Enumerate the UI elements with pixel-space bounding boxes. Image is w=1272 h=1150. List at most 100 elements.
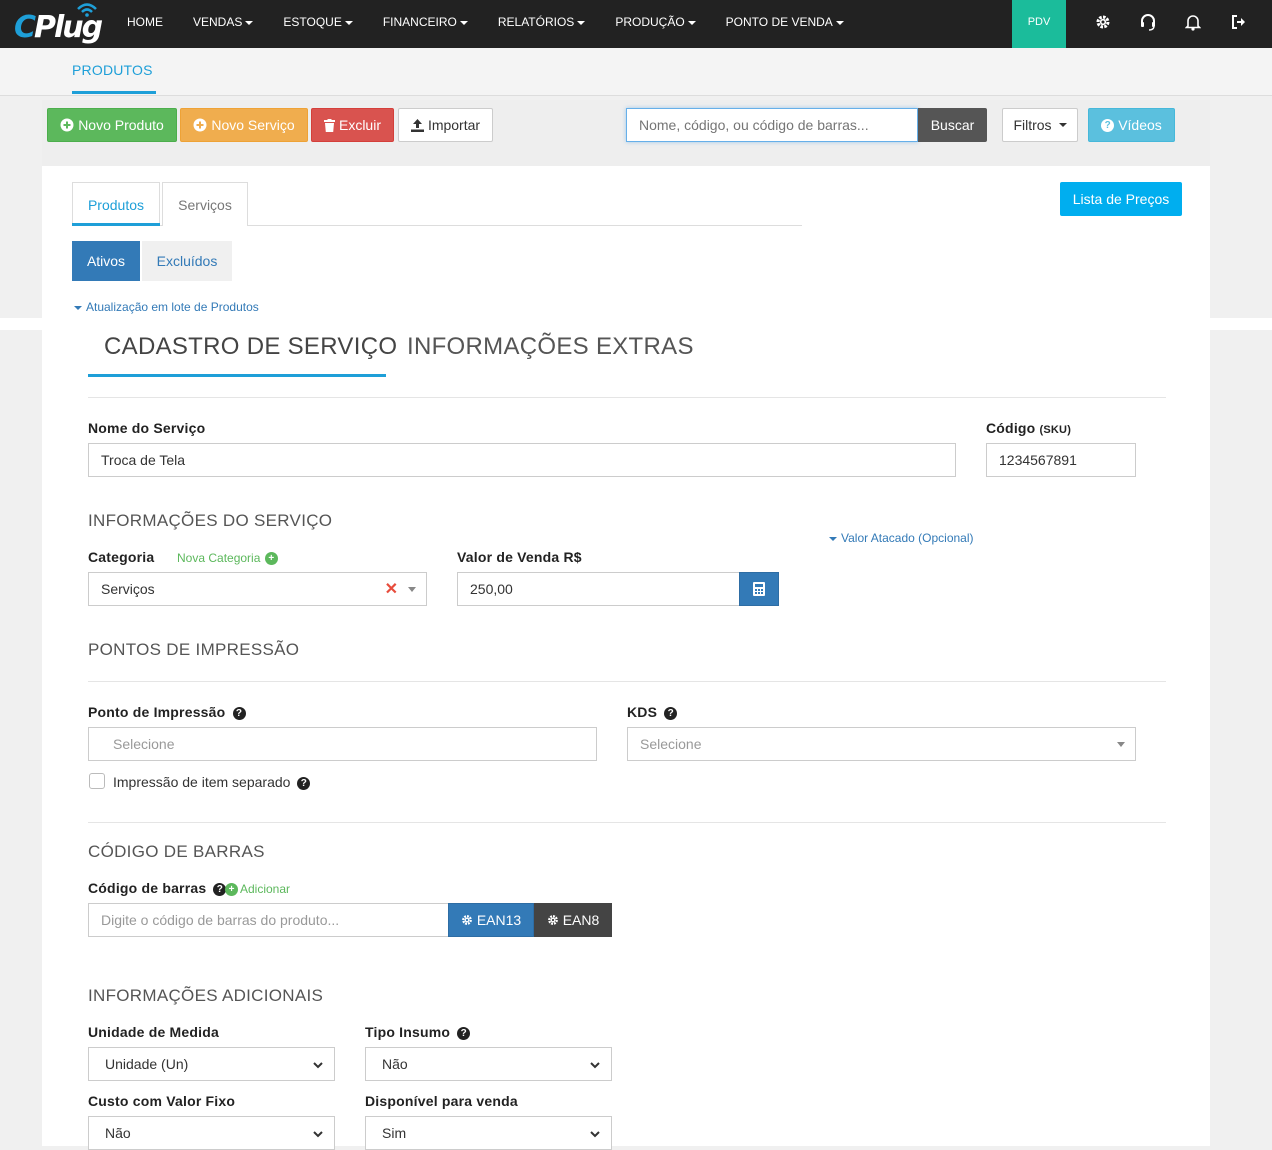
question-circle-icon[interactable]: ? <box>297 777 311 790</box>
sale-value-label: Valor de Venda R$ <box>457 549 582 565</box>
logo-text: CPlug <box>14 10 103 45</box>
nav-estoque[interactable]: ESTOQUE <box>268 0 367 48</box>
barcode-label: Código de barras ? <box>88 880 227 896</box>
batch-update-link[interactable]: Atualização em lote de Produtos <box>74 300 259 314</box>
question-circle-icon: ? <box>1101 118 1115 132</box>
nav-relatorios[interactable]: RELATÓRIOS <box>483 0 600 48</box>
nav-producao[interactable]: PRODUÇÃO <box>600 0 710 48</box>
category-label: Categoria <box>88 549 155 565</box>
tab-produtos[interactable]: PRODUTOS <box>72 62 153 78</box>
search-input[interactable] <box>626 108 918 142</box>
available-select[interactable]: Sim <box>365 1116 612 1150</box>
plus-circle-icon: + <box>264 552 278 565</box>
tab-cadastro-servico[interactable]: CADASTRO DE SERVIÇO <box>104 333 397 361</box>
chevron-down-icon <box>590 1062 600 1069</box>
tab-produtos-list[interactable]: Produtos <box>72 182 160 226</box>
clear-icon[interactable]: ✕ <box>385 579 398 599</box>
ean13-button[interactable]: EAN13 <box>448 903 534 937</box>
calculator-icon <box>753 582 765 596</box>
caret-down-icon <box>577 20 586 25</box>
available-label: Disponível para venda <box>365 1093 518 1109</box>
separate-print-label: Impressão de item separado ? <box>113 774 311 790</box>
form-tab-indicator <box>88 374 386 377</box>
tab-servicos-list[interactable]: Serviços <box>162 182 248 226</box>
question-circle-icon[interactable]: ? <box>664 707 678 720</box>
section-print-points: PONTOS DE IMPRESSÃO <box>88 640 300 659</box>
fixed-cost-select[interactable]: Não <box>88 1116 335 1150</box>
barcode-input[interactable]: Digite o código de barras do produto... <box>88 903 449 937</box>
calculator-button[interactable] <box>739 572 779 606</box>
code-input[interactable]: 1234567891 <box>986 443 1136 477</box>
divider <box>88 822 1166 823</box>
gear-icon <box>461 915 472 925</box>
caret-down-icon <box>459 20 468 25</box>
gear-icon <box>547 915 558 925</box>
caret-down-icon <box>408 587 416 592</box>
new-category-link[interactable]: Nova Categoria + <box>177 551 278 565</box>
bell-icon[interactable] <box>1181 10 1205 34</box>
caret-down-icon <box>74 305 82 310</box>
service-name-label: Nome do Serviço <box>88 420 206 436</box>
section-barcode: CÓDIGO DE BARRAS <box>88 842 265 861</box>
chevron-down-icon <box>313 1062 323 1069</box>
plus-circle-icon: + <box>225 883 238 896</box>
fixed-cost-label: Custo com Valor Fixo <box>88 1093 236 1109</box>
tab-ativos[interactable]: Ativos <box>72 241 140 281</box>
pdv-button[interactable]: PDV <box>1012 0 1066 48</box>
import-button[interactable]: Importar <box>398 108 493 142</box>
caret-down-icon <box>835 20 844 25</box>
content-divider <box>0 318 1272 330</box>
nav-vendas[interactable]: VENDAS <box>178 0 268 48</box>
add-barcode-link[interactable]: + Adicionar <box>225 882 290 896</box>
separate-print-checkbox[interactable] <box>89 773 105 789</box>
divider <box>88 397 1166 398</box>
tab-active-indicator <box>72 223 160 226</box>
nav-home[interactable]: HOME <box>112 0 178 48</box>
new-product-button[interactable]: Novo Produto <box>47 108 177 142</box>
trash-icon <box>323 118 335 132</box>
input-type-label: Tipo Insumo ? <box>365 1024 471 1040</box>
logout-icon[interactable] <box>1227 10 1251 34</box>
delete-button[interactable]: Excluir <box>311 108 394 142</box>
tab-excluidos[interactable]: Excluídos <box>142 241 232 281</box>
top-navbar: CPlug HOME VENDAS ESTOQUE FINANCEIRO REL… <box>0 0 1272 48</box>
caret-down-icon <box>1117 742 1125 747</box>
tab-informacoes-extras[interactable]: INFORMAÇÕES EXTRAS <box>407 333 694 361</box>
caret-down-icon <box>344 20 353 25</box>
nav-ponto-de-venda[interactable]: PONTO DE VENDA <box>711 0 859 48</box>
search-button[interactable]: Buscar <box>918 108 987 142</box>
wholesale-value-link[interactable]: Valor Atacado (Opcional) <box>829 531 974 545</box>
section-service-info: INFORMAÇÕES DO SERVIÇO <box>88 511 333 530</box>
unit-select[interactable]: Unidade (Un) <box>88 1047 335 1081</box>
input-type-select[interactable]: Não <box>365 1047 612 1081</box>
gear-icon[interactable] <box>1091 10 1115 34</box>
kds-select[interactable]: Selecione <box>627 727 1136 761</box>
plus-circle-icon <box>193 118 207 132</box>
service-name-input[interactable]: Troca de Tela <box>88 443 956 477</box>
plus-circle-icon <box>60 118 74 132</box>
cplug-logo[interactable]: CPlug <box>14 3 106 45</box>
question-circle-icon[interactable]: ? <box>457 1027 471 1040</box>
sub-navbar: PRODUTOS <box>0 48 1272 96</box>
ean8-button[interactable]: EAN8 <box>534 903 612 937</box>
chevron-down-icon <box>590 1131 600 1138</box>
nav-financeiro[interactable]: FINANCEIRO <box>368 0 483 48</box>
main-nav: HOME VENDAS ESTOQUE FINANCEIRO RELATÓRIO… <box>112 0 859 48</box>
question-circle-icon[interactable]: ? <box>232 707 246 720</box>
sale-value-input[interactable]: 250,00 <box>457 572 740 606</box>
section-additional-info: INFORMAÇÕES ADICIONAIS <box>88 986 324 1005</box>
new-service-button[interactable]: Novo Serviço <box>180 108 308 142</box>
videos-button[interactable]: ? Vídeos <box>1088 108 1175 142</box>
price-list-button[interactable]: Lista de Preços <box>1060 182 1182 216</box>
upload-icon <box>410 118 424 132</box>
kds-label: KDS ? <box>627 704 678 720</box>
category-select[interactable]: Serviços ✕ <box>88 572 427 606</box>
chevron-down-icon <box>313 1131 323 1138</box>
print-point-label: Ponto de Impressão ? <box>88 704 246 720</box>
caret-down-icon <box>829 536 837 541</box>
headset-icon[interactable] <box>1136 10 1160 34</box>
print-point-select[interactable]: Selecione <box>88 727 597 761</box>
caret-down-icon <box>245 20 254 25</box>
filters-button[interactable]: Filtros <box>1002 108 1078 142</box>
code-label: Código (SKU) <box>986 420 1072 436</box>
